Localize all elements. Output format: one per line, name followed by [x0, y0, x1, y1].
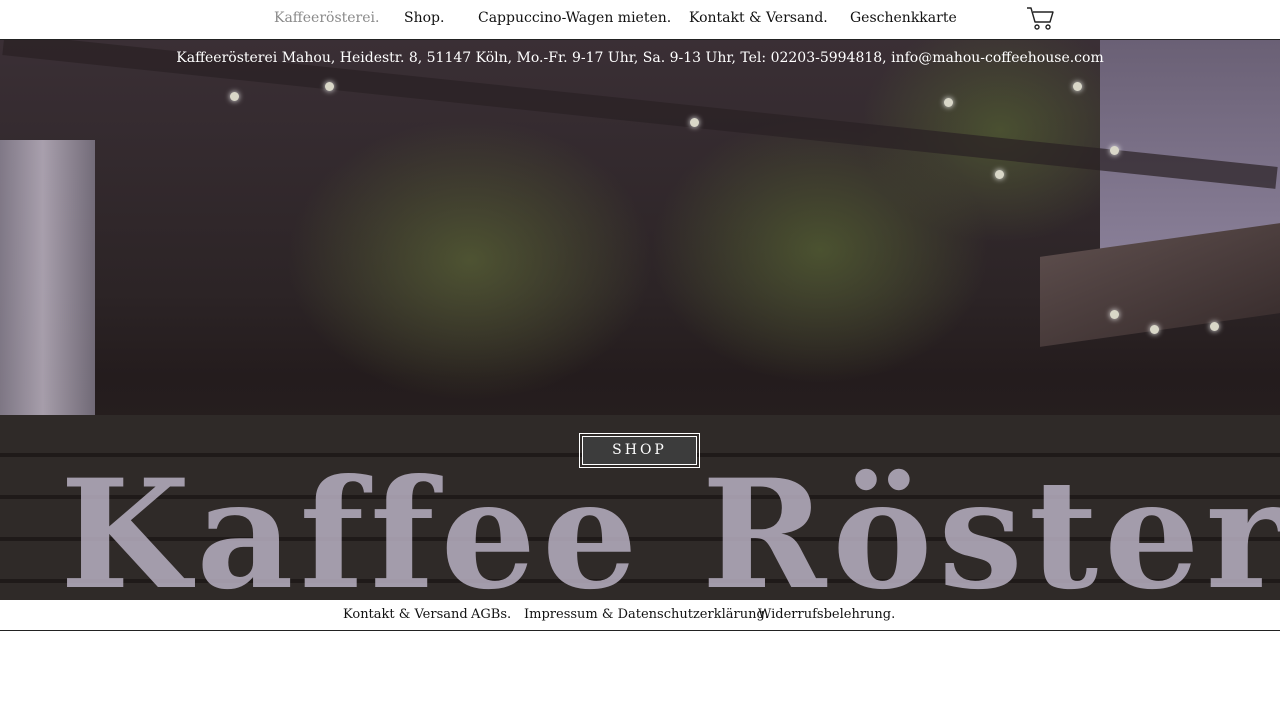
footer-link-impressum[interactable]: Impressum & Datenschutzerklärung.: [524, 607, 769, 622]
string-light-bulb: [690, 118, 699, 127]
string-light-bulb: [1150, 325, 1159, 334]
string-light-bulb: [944, 98, 953, 107]
nav-item-kaffeeroesterei[interactable]: Kaffeerösterei.: [274, 10, 379, 26]
string-light-bulb: [325, 82, 334, 91]
shopping-cart-icon[interactable]: [1026, 5, 1054, 31]
footer-link-agbs[interactable]: AGBs.: [471, 607, 511, 622]
string-light-bulb: [1110, 146, 1119, 155]
shop-button-label: SHOP: [582, 436, 697, 465]
footer-link-kontakt-versand[interactable]: Kontakt & Versand: [343, 607, 468, 622]
string-light-bulb: [1110, 310, 1119, 319]
hero-contact-info: Kaffeerösterei Mahou, Heidestr. 8, 51147…: [176, 50, 1104, 66]
shop-button[interactable]: SHOP: [579, 433, 700, 468]
string-light-bulb: [995, 170, 1004, 179]
nav-item-kontakt-versand[interactable]: Kontakt & Versand.: [689, 10, 828, 26]
string-light-bulb: [1210, 322, 1219, 331]
fence-sign-text: Kaffee Rösterei: [60, 447, 1280, 600]
footer-links: Kontakt & Versand AGBs. Impressum & Date…: [0, 600, 1280, 631]
hero-curtain: [0, 140, 95, 420]
nav-item-shop[interactable]: Shop.: [404, 10, 444, 26]
top-navigation: Kaffeerösterei. Shop. Cappuccino-Wagen m…: [0, 0, 1280, 40]
string-light-bulb: [230, 92, 239, 101]
hero-roof: [1040, 223, 1280, 347]
hero-section: Kaffee Rösterei Kaffeerösterei Mahou, He…: [0, 40, 1280, 600]
nav-item-cappuccino-wagen[interactable]: Cappuccino-Wagen mieten.: [478, 10, 671, 26]
string-light-bulb: [1073, 82, 1082, 91]
footer-link-widerrufsbelehrung[interactable]: Widerrufsbelehrung.: [758, 607, 895, 622]
nav-item-geschenkkarte[interactable]: Geschenkkarte: [850, 10, 957, 26]
